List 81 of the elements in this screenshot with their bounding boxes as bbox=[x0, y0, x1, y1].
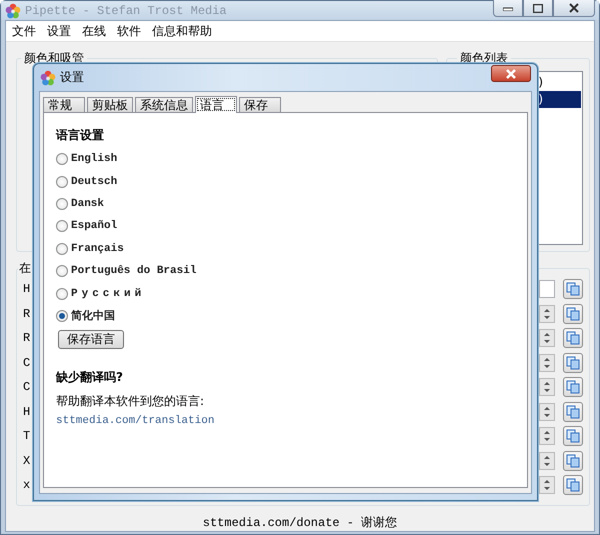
copy-icon bbox=[566, 306, 580, 321]
copy-button[interactable] bbox=[563, 475, 583, 496]
radio-button[interactable] bbox=[56, 153, 68, 166]
save-language-button[interactable]: 保存语言 bbox=[58, 330, 124, 350]
maximize-button[interactable] bbox=[523, 0, 553, 17]
copy-icon bbox=[566, 478, 580, 492]
copy-icon bbox=[566, 429, 580, 444]
option-label: Deutsch bbox=[71, 176, 118, 188]
option-label: English bbox=[71, 153, 118, 166]
row-label: C bbox=[23, 356, 30, 370]
option-label: Русский bbox=[71, 288, 146, 300]
copy-button[interactable] bbox=[563, 377, 583, 398]
copy-icon bbox=[566, 380, 580, 394]
radio-button[interactable] bbox=[56, 265, 68, 278]
tab[interactable]: 剪贴板 bbox=[87, 97, 133, 112]
copy-icon bbox=[566, 331, 580, 346]
option-label: Español bbox=[71, 220, 118, 232]
spin-button[interactable] bbox=[539, 304, 555, 323]
row-label: H bbox=[23, 282, 30, 296]
app-icon bbox=[5, 2, 21, 18]
spin-button[interactable] bbox=[539, 329, 555, 348]
group-title: 在 bbox=[18, 260, 32, 277]
tab[interactable]: 语言 bbox=[195, 96, 237, 113]
row-label: C bbox=[23, 380, 30, 394]
row-label: H bbox=[23, 404, 30, 419]
section-heading: 缺少翻译吗? bbox=[56, 369, 124, 386]
option-label: Dansk bbox=[71, 198, 104, 210]
radio-button[interactable] bbox=[56, 288, 68, 300]
menu-item[interactable]: 信息和帮助 bbox=[148, 22, 219, 40]
option-label: Português do Brasil bbox=[71, 265, 196, 278]
menu-item[interactable]: 在线 bbox=[78, 22, 113, 40]
radio-button[interactable] bbox=[56, 176, 68, 188]
maximize-icon bbox=[533, 4, 543, 12]
radio-button[interactable] bbox=[56, 310, 68, 322]
radio-button[interactable] bbox=[56, 242, 68, 255]
copy-icon bbox=[566, 282, 580, 296]
option-label: 简化中国 bbox=[71, 308, 115, 324]
menu-item[interactable]: 软件 bbox=[113, 22, 148, 40]
tab[interactable]: 保存 bbox=[239, 97, 281, 112]
dialog-title: 设置 bbox=[60, 69, 85, 86]
copy-button[interactable] bbox=[563, 450, 583, 471]
copy-button[interactable] bbox=[563, 402, 583, 422]
spin-button[interactable] bbox=[539, 378, 555, 396]
translation-link[interactable]: sttmedia.com/translation bbox=[56, 415, 214, 428]
spin-button[interactable] bbox=[539, 402, 555, 421]
row-label: T bbox=[23, 429, 30, 444]
spin-button[interactable] bbox=[539, 452, 555, 470]
tab[interactable]: 系统信息 bbox=[135, 97, 193, 112]
copy-button[interactable] bbox=[563, 279, 583, 300]
minimize-button[interactable] bbox=[493, 0, 523, 17]
window-title: Pipette - Stefan Trost Media bbox=[25, 4, 228, 18]
section-heading: 语言设置 bbox=[56, 127, 105, 144]
row-label: x bbox=[23, 478, 30, 492]
close-icon bbox=[505, 68, 517, 78]
copy-button[interactable] bbox=[563, 352, 583, 373]
spin-button[interactable] bbox=[539, 476, 555, 494]
option-label: Français bbox=[71, 242, 124, 255]
spin-button[interactable] bbox=[539, 354, 555, 372]
close-icon bbox=[569, 3, 579, 13]
row-label: X bbox=[23, 454, 30, 468]
copy-button[interactable] bbox=[563, 328, 583, 348]
minimize-icon bbox=[503, 5, 513, 11]
app-icon bbox=[40, 70, 56, 86]
radio-button[interactable] bbox=[56, 198, 68, 210]
copy-button[interactable] bbox=[563, 304, 583, 324]
close-button[interactable] bbox=[553, 0, 595, 17]
radio-button[interactable] bbox=[56, 220, 68, 232]
help-text: 帮助翻译本软件到您的语言: bbox=[56, 393, 206, 410]
menu-item[interactable]: 设置 bbox=[43, 22, 78, 40]
row-label: R bbox=[23, 331, 30, 346]
copy-button[interactable] bbox=[563, 426, 583, 446]
spin-button[interactable] bbox=[539, 427, 555, 446]
menu-item[interactable]: 文件 bbox=[8, 22, 43, 40]
close-button[interactable] bbox=[491, 65, 531, 82]
input-field[interactable] bbox=[539, 280, 555, 298]
tab[interactable]: 常规 bbox=[43, 97, 85, 112]
copy-icon bbox=[566, 454, 580, 468]
row-label: R bbox=[23, 306, 30, 321]
donate-text: sttmedia.com/donate - 谢谢您 bbox=[202, 515, 398, 531]
copy-icon bbox=[566, 356, 580, 370]
copy-icon bbox=[566, 404, 580, 419]
